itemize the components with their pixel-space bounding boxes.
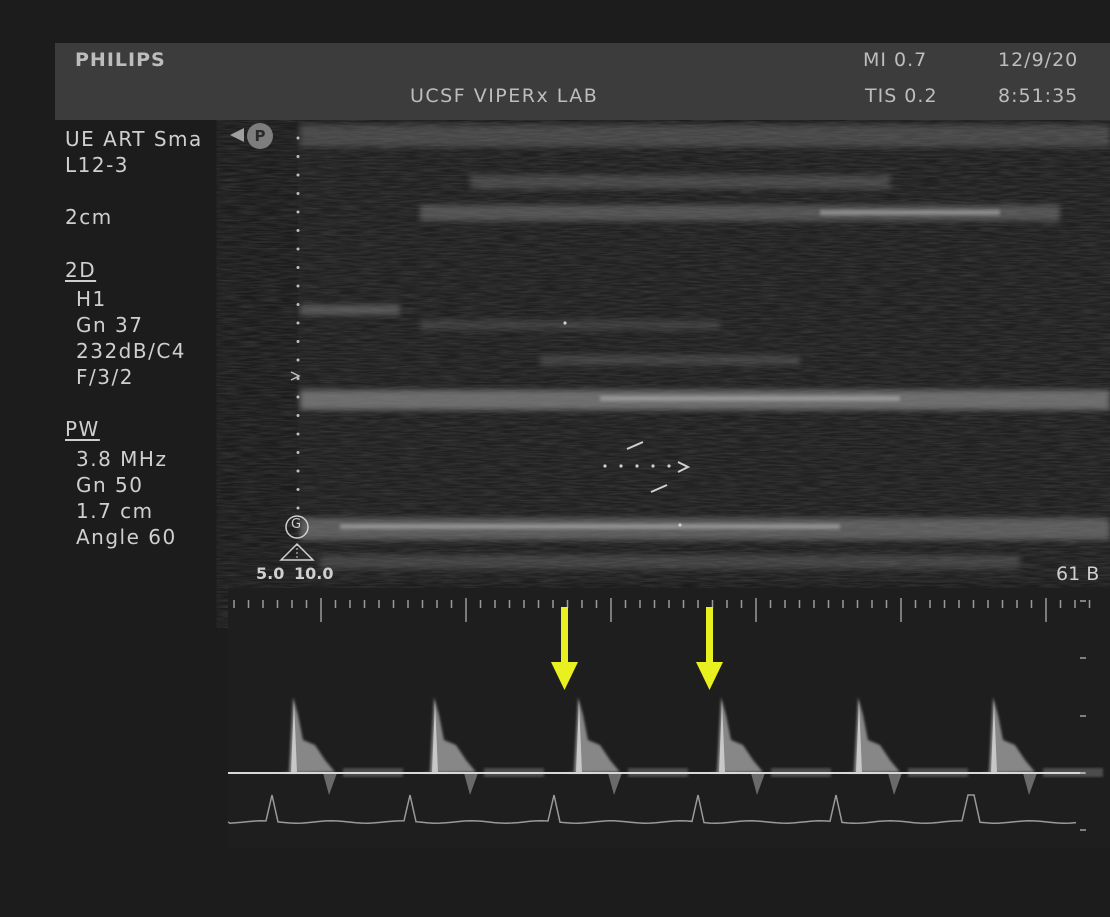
date-readout: 12/9/20 bbox=[998, 49, 1079, 71]
dynamic-range-label: 232dB/C4 bbox=[76, 339, 187, 363]
pw-frequency-label: 3.8 MHz bbox=[76, 447, 168, 471]
gain-2d-label: Gn 37 bbox=[76, 313, 144, 337]
scale-right-label: 10.0 bbox=[294, 564, 334, 583]
tis-readout: TIS 0.2 bbox=[865, 85, 938, 107]
mode-2d-label: 2D bbox=[65, 258, 97, 282]
gate-g-icon: G bbox=[291, 517, 302, 532]
mi-readout: MI 0.7 bbox=[863, 49, 928, 71]
scale-left-label: 5.0 bbox=[256, 564, 285, 583]
institution-label: UCSF VIPERx LAB bbox=[410, 85, 599, 107]
pw-gain-label: Gn 50 bbox=[76, 473, 144, 497]
mode-pw-label: PW bbox=[65, 417, 100, 441]
p-badge-icon: P bbox=[247, 123, 273, 149]
harmonic-label: H1 bbox=[76, 287, 107, 311]
frame-label: F/3/2 bbox=[76, 365, 134, 389]
heart-rate-label: 61 B bbox=[1056, 563, 1100, 585]
brand-logo: PHILIPS bbox=[75, 49, 166, 71]
depth-label: 2cm bbox=[65, 205, 113, 229]
angle-label: Angle 60 bbox=[76, 525, 177, 549]
probe-label: L12-3 bbox=[65, 153, 130, 177]
gate-depth-label: 1.7 cm bbox=[76, 499, 154, 523]
time-readout: 8:51:35 bbox=[998, 85, 1079, 107]
preset-arrow-icon bbox=[230, 128, 244, 142]
info-header: PHILIPS UCSF VIPERx LAB MI 0.7 TIS 0.2 1… bbox=[55, 43, 1110, 120]
preset-label: UE ART Sma bbox=[65, 127, 203, 151]
